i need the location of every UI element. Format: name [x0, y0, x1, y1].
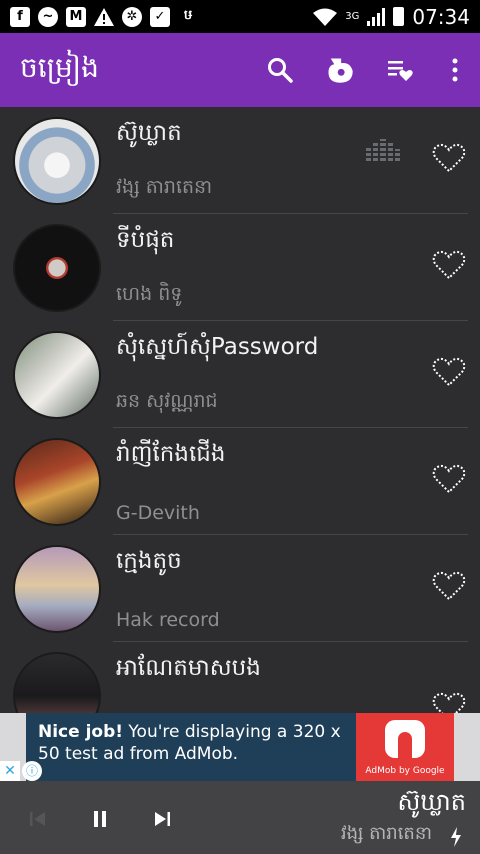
equalizer-icon	[366, 139, 401, 161]
song-title: អាណែតមាសបង	[116, 654, 261, 681]
next-button[interactable]	[144, 801, 180, 837]
admob-logo-icon	[385, 720, 425, 758]
pause-icon	[94, 811, 106, 827]
vpn-icon: ឞ	[183, 8, 193, 23]
song-row[interactable]: ក្មេងតូច Hak record	[0, 535, 480, 642]
previous-button[interactable]	[20, 801, 56, 837]
album-art	[13, 330, 101, 419]
now-playing-artist: វង្ស តារាតេនា	[340, 823, 432, 844]
favorite-heart-icon[interactable]	[432, 571, 466, 601]
song-artist: G-Devith	[116, 501, 200, 524]
song-title: រាំញីកែងជើង	[116, 440, 226, 467]
song-artist: Hak record	[116, 608, 220, 631]
network-type: 3G	[345, 11, 360, 22]
ad-headline: Nice job!	[38, 722, 124, 742]
now-playing-bar[interactable]: ស៊ូឃ្លាត វង្ស តារាតេនា	[0, 781, 480, 854]
song-row[interactable]: ទីបំផុត ហេង ពិទូ	[0, 214, 480, 321]
ad-content[interactable]: Nice job! You're displaying a 320 x 50 t…	[26, 713, 454, 781]
song-row[interactable]: អាណែតមាសបង	[0, 642, 480, 713]
artist-icon	[328, 58, 353, 83]
song-title: ស៊ូឃ្លាត	[116, 119, 182, 146]
album-art	[13, 223, 101, 312]
page-title: ចម្រៀង	[20, 50, 99, 84]
album-art	[13, 437, 101, 526]
battery-icon	[393, 7, 405, 26]
messenger-icon: ~	[38, 6, 58, 27]
album-art	[13, 116, 101, 205]
search-button[interactable]	[250, 33, 310, 107]
favorite-heart-icon[interactable]	[432, 357, 466, 387]
album-art	[13, 651, 101, 713]
admob-logo-panel: AdMob by Google	[356, 713, 454, 781]
settings-icon: ✲	[122, 6, 142, 27]
more-vert-icon	[452, 58, 458, 82]
pause-button[interactable]	[82, 801, 118, 837]
app-bar: ចម្រៀង	[0, 33, 480, 107]
favorite-heart-icon[interactable]	[432, 692, 466, 713]
inbox-icon: ✓	[150, 6, 170, 27]
now-playing-title: ស៊ូឃ្លាត	[397, 788, 466, 816]
search-icon	[268, 58, 293, 83]
lightning-icon	[451, 827, 461, 847]
song-artist: វង្ស តារាតេនា	[116, 175, 213, 198]
status-bar: f ~ M ✲ ✓ ឞ 3G 07:34	[0, 0, 480, 33]
notification-icons: f ~ M ✲ ✓ ឞ	[10, 6, 198, 27]
gmail-icon: M	[66, 6, 86, 27]
favorite-heart-icon[interactable]	[432, 250, 466, 280]
favorite-heart-icon[interactable]	[432, 143, 466, 173]
song-row[interactable]: សុំស្នេហ៍សុំPassword ឆន សុវណ្ណរាជ	[0, 321, 480, 428]
song-list[interactable]: ស៊ូឃ្លាត វង្ស តារាតេនា ទីបំផុត ហេង ពិទូ …	[0, 107, 480, 713]
song-row[interactable]: រាំញីកែងជើង G-Devith	[0, 428, 480, 535]
favorite-heart-icon[interactable]	[432, 464, 466, 494]
clock: 07:34	[412, 4, 470, 29]
album-art	[13, 544, 101, 633]
ad-close-icon[interactable]: ✕	[0, 761, 20, 781]
warning-icon	[94, 7, 114, 27]
song-artist: ហេង ពិទូ	[116, 282, 183, 305]
ad-text: Nice job! You're displaying a 320 x 50 t…	[26, 713, 356, 781]
ad-attribution: AdMob by Google	[365, 766, 445, 776]
ad-banner[interactable]: Nice job! You're displaying a 320 x 50 t…	[0, 713, 480, 781]
song-title: សុំស្នេហ៍សុំPassword	[116, 333, 319, 360]
skip-next-icon	[155, 812, 170, 826]
facebook-icon: f	[10, 6, 30, 27]
artist-button[interactable]	[310, 33, 370, 107]
ad-info-icon[interactable]: ⓘ	[22, 761, 42, 781]
song-title: ក្មេងតូច	[116, 547, 182, 574]
signal-icon	[367, 7, 386, 26]
favorites-playlist-button[interactable]	[370, 33, 430, 107]
overflow-menu-button[interactable]	[430, 33, 480, 107]
playlist-favorite-icon	[388, 61, 413, 81]
song-artist: ឆន សុវណ្ណរាជ	[116, 389, 218, 412]
song-row[interactable]: ស៊ូឃ្លាត វង្ស តារាតេនា	[0, 107, 480, 214]
skip-previous-icon	[30, 812, 45, 826]
song-title: ទីបំផុត	[116, 226, 175, 253]
wifi-icon	[313, 8, 338, 26]
